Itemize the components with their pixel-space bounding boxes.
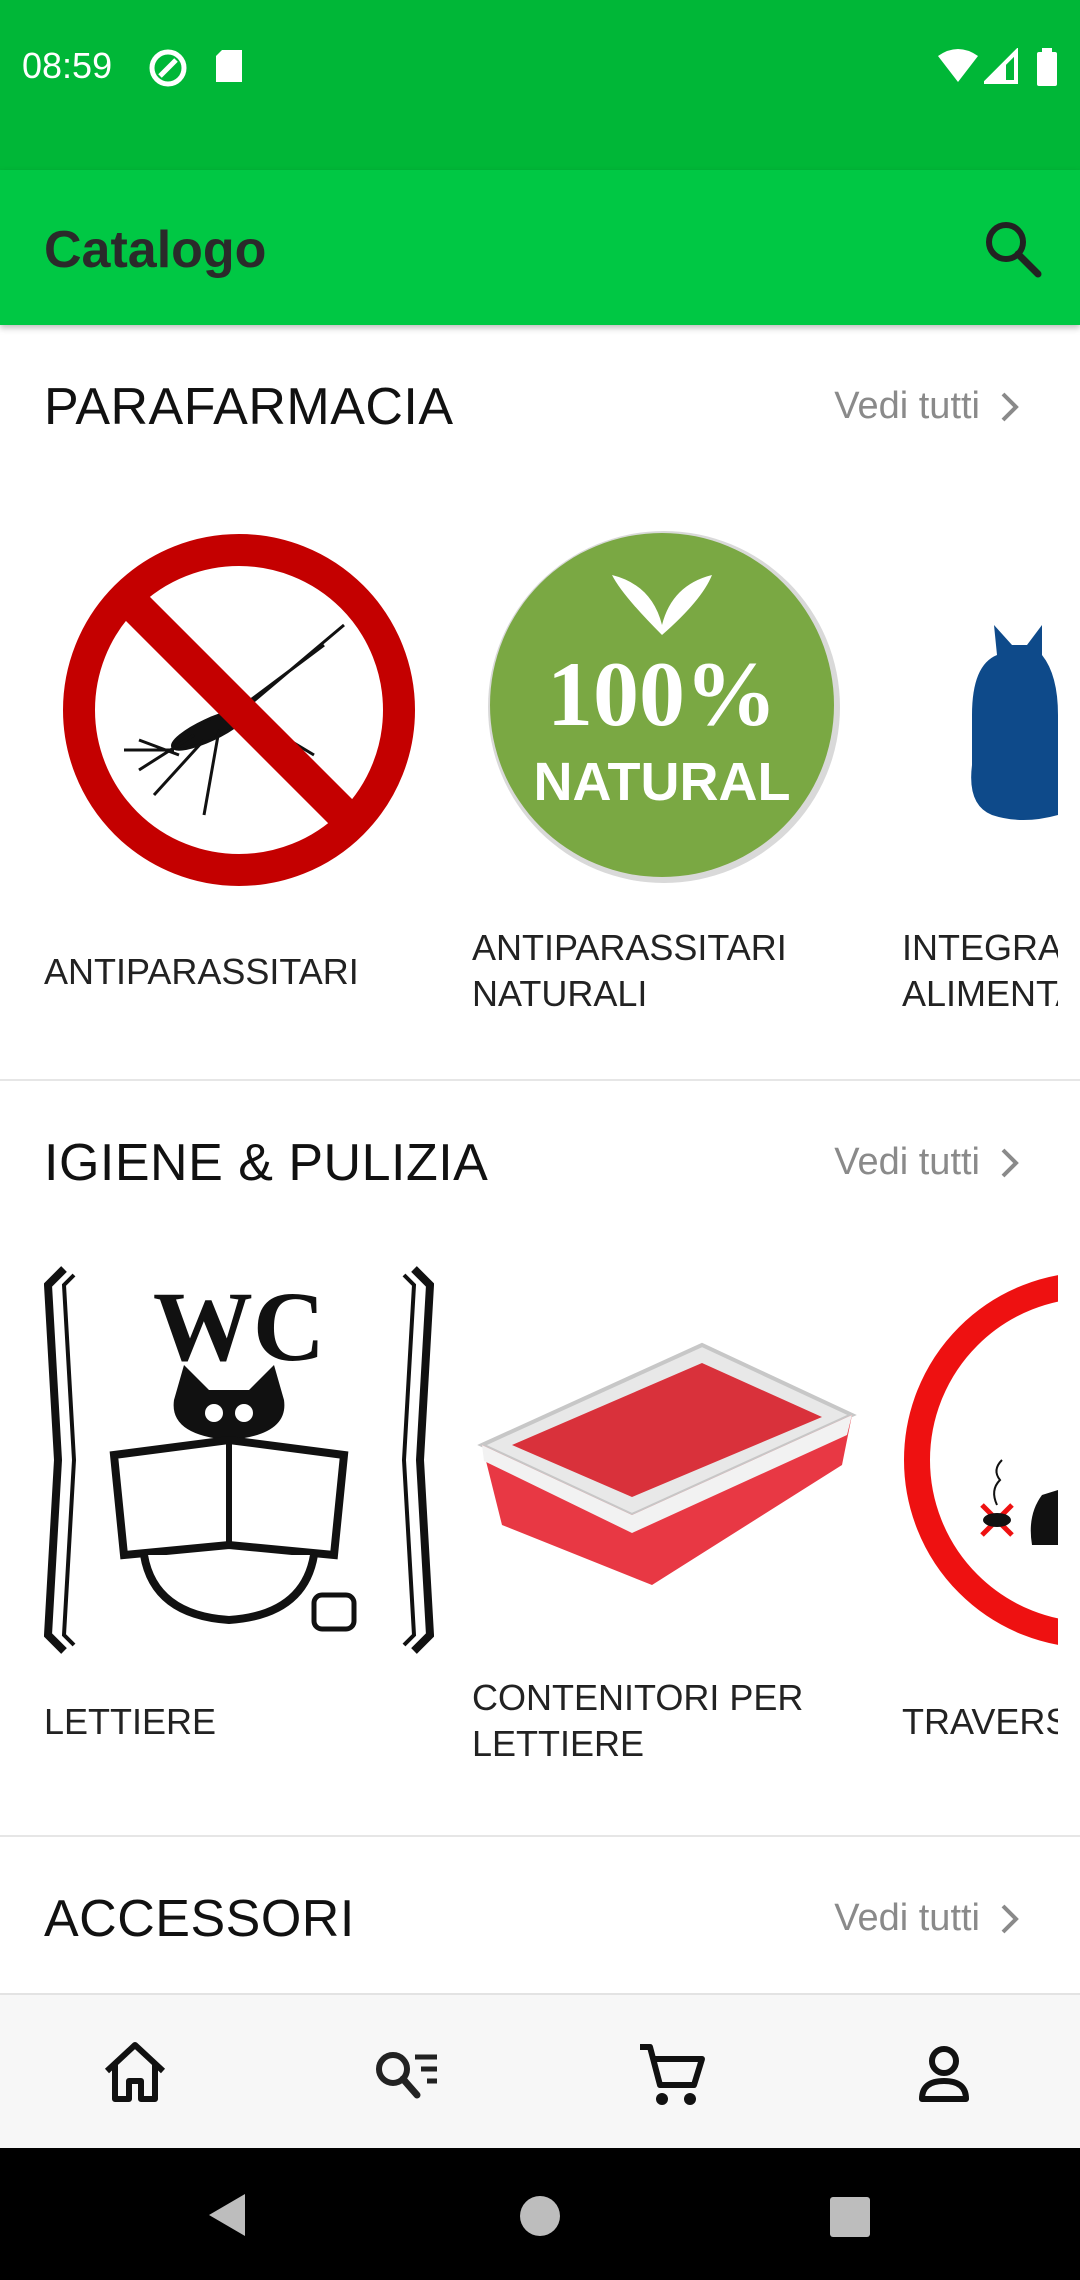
chevron-right-icon (1001, 1148, 1019, 1177)
category-caption: ANTIPARASSITARI NATURALI (472, 927, 787, 1014)
chevron-right-icon (1001, 1904, 1019, 1933)
category-card[interactable]: INTEGRATORI ALIMENTARI (902, 515, 1058, 1035)
category-image: WC (44, 1265, 434, 1655)
app-bar: Catalogo (0, 170, 1080, 325)
badge-natural-text: NATURAL (534, 752, 791, 812)
battery-icon (1037, 48, 1057, 86)
search-icon[interactable] (980, 216, 1044, 280)
no-mosquito-icon (63, 534, 415, 886)
section-title: PARAFARMACIA (44, 378, 454, 436)
category-image (902, 1265, 1058, 1655)
account-icon[interactable] (904, 2033, 984, 2113)
section-parafarmacia: PARAFARMACIA Vedi tutti ANTIPARASSITARI … (0, 325, 1080, 1081)
chevron-right-icon (1001, 392, 1019, 421)
see-all-label: Vedi tutti (834, 385, 980, 427)
bottom-navigation (0, 1993, 1080, 2150)
page-title: Catalogo (44, 221, 267, 279)
no-insects-icon (904, 1275, 1058, 1645)
category-caption: LETTIERE (44, 1701, 217, 1742)
catalog-content[interactable]: PARAFARMACIA Vedi tutti ANTIPARASSITARI … (0, 325, 1080, 1993)
see-all-label: Vedi tutti (834, 1141, 980, 1183)
category-image: 100% NATURAL (472, 515, 862, 905)
section-title: IGIENE & PULIZIA (44, 1134, 489, 1192)
back-icon[interactable] (205, 2192, 249, 2238)
status-bar: 08:59 (0, 0, 1080, 170)
category-caption: TRAVERSINE (902, 1701, 1058, 1742)
sd-card-icon (216, 50, 242, 82)
system-navigation-bar (0, 2148, 1080, 2280)
see-all-link[interactable]: Vedi tutti (834, 1141, 1022, 1184)
home-icon[interactable] (95, 2033, 175, 2113)
category-image (44, 515, 434, 905)
category-caption: ANTIPARASSITARI (44, 951, 359, 992)
see-all-link[interactable]: Vedi tutti (834, 1897, 1022, 1940)
category-image (472, 1265, 862, 1655)
section-accessori: ACCESSORI Vedi tutti (0, 1837, 1080, 1993)
see-all-label: Vedi tutti (834, 1897, 980, 1939)
at-sign-icon (149, 49, 187, 87)
badge-percent-text: 100% (547, 643, 777, 745)
category-image (902, 515, 1058, 905)
wifi-icon (938, 49, 978, 82)
wc-cat-sign-icon: WC (44, 1266, 434, 1654)
section-title: ACCESSORI (44, 1890, 355, 1948)
category-card[interactable]: TRAVERSINE (902, 1265, 1058, 1785)
recents-icon[interactable] (829, 2196, 871, 2238)
section-igiene-pulizia: IGIENE & PULIZIA Vedi tutti WC LETTIERE … (0, 1081, 1080, 1837)
natural-badge-icon: 100% NATURAL (488, 531, 840, 883)
status-time: 08:59 (22, 45, 113, 86)
signal-icon (984, 48, 1018, 84)
category-caption: CONTENITORI PER LETTIERE (472, 1677, 804, 1764)
wc-sign-text: WC (153, 1271, 325, 1382)
home-circle-icon[interactable] (518, 2194, 562, 2238)
cats-silhouette-icon (971, 625, 1058, 820)
see-all-link[interactable]: Vedi tutti (834, 385, 1022, 428)
category-caption: INTEGRATORI ALIMENTARI (902, 927, 1058, 1014)
search-list-icon[interactable] (365, 2033, 445, 2113)
cart-icon[interactable] (632, 2033, 712, 2113)
litter-tray-icon (477, 1342, 857, 1585)
